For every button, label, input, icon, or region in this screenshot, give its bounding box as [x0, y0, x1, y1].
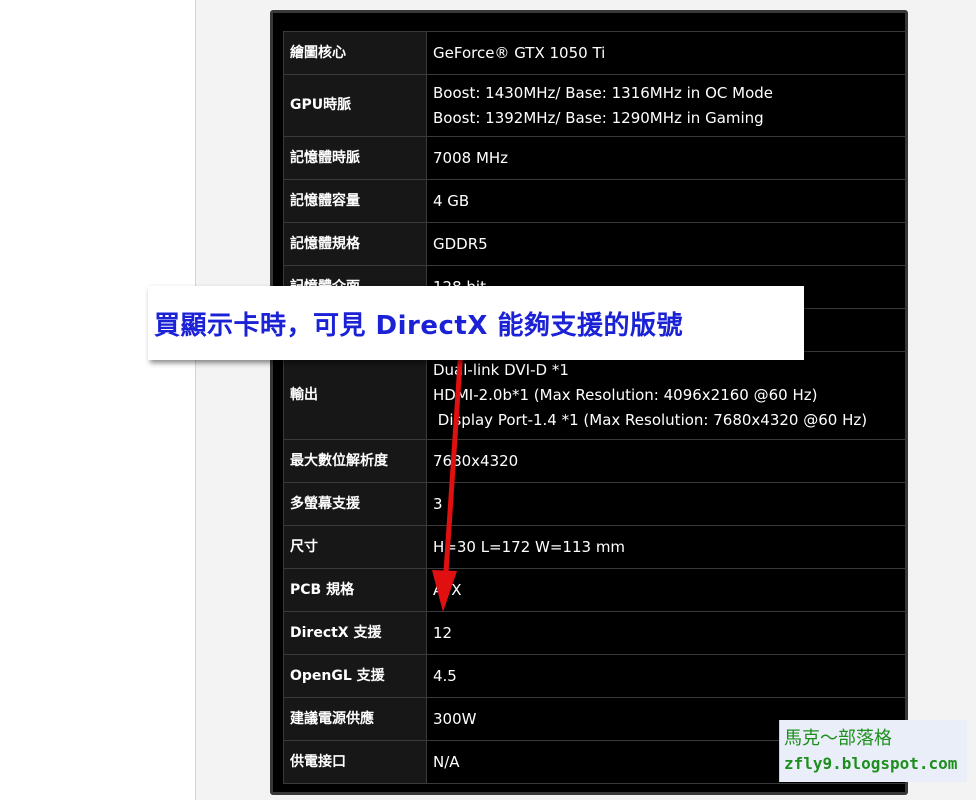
- spec-value: 7680x4320: [426, 439, 905, 483]
- spec-key: OpenGL 支援: [283, 654, 427, 698]
- spec-key: 輸出: [283, 351, 427, 440]
- callout-box: 買顯示卡時，可見 DirectX 能夠支援的版號: [148, 286, 804, 360]
- blog-watermark: 馬克～部落格 zfly9.blogspot.com: [779, 720, 967, 782]
- spec-value-line: Display Port-1.4 *1 (Max Resolution: 768…: [433, 411, 868, 429]
- specs-frame: 繪圖核心 GeForce® GTX 1050 Ti GPU時脈 Boost: 1430…: [270, 10, 908, 795]
- spec-value-line: 4 GB: [433, 191, 470, 210]
- left-margin-panel: [0, 0, 196, 800]
- spec-value-line: Boost: 1392MHz/ Base: 1290MHz in Gaming: [433, 108, 764, 127]
- spec-key: 多螢幕支援: [283, 482, 427, 526]
- spec-key: GPU時脈: [283, 74, 427, 137]
- spec-value: Boost: 1430MHz/ Base: 1316MHz in OC Mode…: [426, 74, 905, 137]
- spec-key: 記憶體時脈: [283, 136, 427, 180]
- spec-row: 記憶體時脈 7008 MHz: [283, 136, 905, 180]
- spec-key: 記憶體規格: [283, 222, 427, 266]
- spec-key: 供電接口: [283, 740, 427, 784]
- spec-value: Dual-link DVI-D *1 HDMI-2.0b*1 (Max Resol…: [426, 351, 905, 440]
- spec-key: 建議電源供應: [283, 697, 427, 741]
- spec-key: DirectX 支援: [283, 611, 427, 655]
- spec-value-line: HDMI-2.0b*1 (Max Resolution: 4096x2160 @…: [433, 386, 818, 404]
- callout-text: 買顯示卡時，可見 DirectX 能夠支援的版號: [154, 310, 683, 341]
- spec-value-line: 3: [433, 494, 443, 513]
- spec-key: 最大數位解析度: [283, 439, 427, 483]
- spec-value-line: 7008 MHz: [433, 148, 509, 167]
- spec-value: 12: [426, 611, 905, 655]
- spec-row: 記憶體規格 GDDR5: [283, 222, 905, 266]
- specs-table: 繪圖核心 GeForce® GTX 1050 Ti GPU時脈 Boost: 1430…: [283, 31, 905, 784]
- spec-value: ATX: [426, 568, 905, 612]
- spec-row: 記憶體容量 4 GB: [283, 179, 905, 223]
- spec-value: 7008 MHz: [426, 136, 905, 180]
- spec-key: 繪圖核心: [283, 31, 427, 75]
- spec-value: GeForce® GTX 1050 Ti: [426, 31, 905, 75]
- spec-row: 多螢幕支援 3: [283, 482, 905, 526]
- spec-value: GDDR5: [426, 222, 905, 266]
- spec-row: GPU時脈 Boost: 1430MHz/ Base: 1316MHz in OC…: [283, 74, 905, 137]
- watermark-blog-name: 馬克～部落格: [784, 728, 892, 749]
- spec-row: OpenGL 支援 4.5: [283, 654, 905, 698]
- spec-value: 4 GB: [426, 179, 905, 223]
- spec-value: 3: [426, 482, 905, 526]
- spec-value-line: 12: [433, 623, 453, 642]
- spec-value: 4.5: [426, 654, 905, 698]
- spec-value-line: 4.5: [433, 666, 457, 685]
- spec-value-line: Boost: 1430MHz/ Base: 1316MHz in OC Mode: [433, 83, 773, 102]
- spec-value-line: GeForce® GTX 1050 Ti: [433, 43, 606, 62]
- spec-key: 記憶體容量: [283, 179, 427, 223]
- spec-value-line: H=30 L=172 W=113 mm: [433, 537, 626, 556]
- spec-row: DirectX 支援 12: [283, 611, 905, 655]
- spec-value-line: Dual-link DVI-D *1: [433, 361, 569, 379]
- spec-value-line: ATX: [433, 580, 462, 599]
- spec-key: PCB 規格: [283, 568, 427, 612]
- spec-key: 尺寸: [283, 525, 427, 569]
- spec-value: H=30 L=172 W=113 mm: [426, 525, 905, 569]
- spec-row: 輸出 Dual-link DVI-D *1 HDMI-2.0b*1 (Max Res…: [283, 351, 905, 440]
- spec-row: PCB 規格 ATX: [283, 568, 905, 612]
- spec-row: 尺寸 H=30 L=172 W=113 mm: [283, 525, 905, 569]
- spec-row: 繪圖核心 GeForce® GTX 1050 Ti: [283, 31, 905, 75]
- watermark-url: zfly9.blogspot.com: [784, 754, 958, 773]
- spec-value-line: GDDR5: [433, 234, 488, 253]
- spec-row: 最大數位解析度 7680x4320: [283, 439, 905, 483]
- spec-value-line: 7680x4320: [433, 451, 519, 470]
